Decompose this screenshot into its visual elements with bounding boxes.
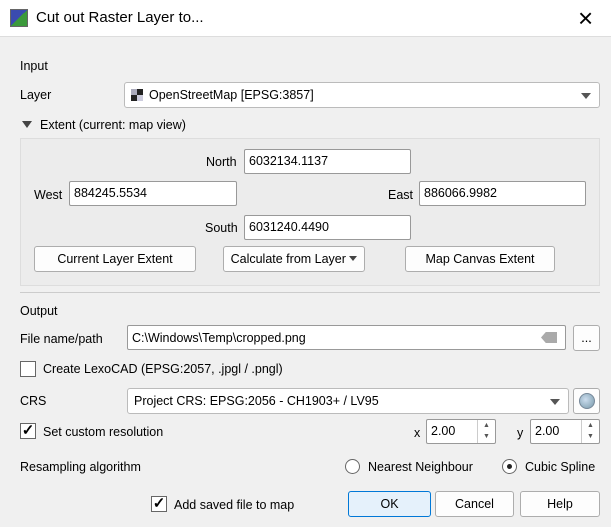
nearest-neighbour-label: Nearest Neighbour <box>368 460 473 474</box>
file-path-value: C:\Windows\Temp\cropped.png <box>132 331 306 345</box>
cubic-spline-radio[interactable] <box>502 459 517 474</box>
close-icon[interactable]: × <box>578 3 593 34</box>
cancel-button[interactable]: Cancel <box>435 491 514 517</box>
chevron-down-icon <box>349 256 358 261</box>
output-section-label: Output <box>20 304 58 318</box>
extent-toggle[interactable]: Extent (current: map view) <box>20 118 186 132</box>
radio-dot <box>507 464 512 469</box>
custom-resolution-label: Set custom resolution <box>43 425 164 439</box>
y-label: y <box>517 426 524 440</box>
collapse-triangle-icon <box>22 121 32 128</box>
browse-button[interactable]: ... <box>573 325 600 351</box>
add-to-map-checkbox[interactable]: ✓ <box>151 496 167 512</box>
input-section-label: Input <box>20 59 48 73</box>
help-button[interactable]: Help <box>520 491 600 517</box>
divider <box>20 292 600 293</box>
cubic-spline-label: Cubic Spline <box>525 460 596 474</box>
chevron-down-icon <box>550 399 560 405</box>
add-to-map-label: Add saved file to map <box>174 498 295 512</box>
current-layer-extent-button[interactable]: Current Layer Extent <box>34 246 196 272</box>
file-path-input[interactable]: C:\Windows\Temp\cropped.png <box>127 325 566 350</box>
spin-arrows-icon[interactable]: ▲ ▼ <box>477 420 495 443</box>
extent-header: Extent (current: map view) <box>40 118 186 132</box>
ok-button[interactable]: OK <box>348 491 431 517</box>
crs-value: Project CRS: EPSG:2056 - CH1903+ / LV95 <box>134 394 379 408</box>
layer-value: OpenStreetMap [EPSG:3857] <box>149 88 314 102</box>
south-input[interactable]: 6031240.4490 <box>244 215 411 240</box>
window-title: Cut out Raster Layer to... <box>36 9 204 26</box>
south-label: South <box>205 221 238 235</box>
spin-arrows-icon[interactable]: ▲ ▼ <box>581 420 599 443</box>
globe-icon <box>578 393 595 409</box>
east-input[interactable]: 886066.9982 <box>419 181 586 206</box>
x-value: 2.00 <box>431 424 456 438</box>
north-input[interactable]: 6032134.1137 <box>244 149 411 174</box>
custom-resolution-checkbox[interactable]: ✓ <box>20 423 36 439</box>
lexocad-checkbox[interactable] <box>20 361 36 377</box>
layer-combo[interactable]: OpenStreetMap [EPSG:3857] <box>124 82 600 108</box>
map-canvas-extent-button[interactable]: Map Canvas Extent <box>405 246 555 272</box>
west-label: West <box>34 188 63 202</box>
y-resolution-spinbox[interactable]: 2.00 ▲ ▼ <box>530 419 600 444</box>
west-input[interactable]: 884245.5534 <box>69 181 237 206</box>
x-label: x <box>414 426 421 440</box>
y-value: 2.00 <box>535 424 560 438</box>
file-path-label: File name/path <box>20 332 103 346</box>
raster-layer-icon <box>131 89 143 101</box>
lexocad-label: Create LexoCAD (EPSG:2057, .jpgl / .pngl… <box>43 362 283 376</box>
crs-combo[interactable]: Project CRS: EPSG:2056 - CH1903+ / LV95 <box>127 388 569 414</box>
app-icon <box>10 9 28 27</box>
calculate-from-layer-button[interactable]: Calculate from Layer <box>223 246 365 272</box>
chevron-down-icon <box>581 93 591 99</box>
resampling-label: Resampling algorithm <box>20 460 141 474</box>
layer-label: Layer <box>20 88 52 102</box>
north-label: North <box>206 155 237 169</box>
crs-select-button[interactable] <box>573 388 600 414</box>
nearest-neighbour-radio[interactable] <box>345 459 360 474</box>
calculate-label: Calculate from Layer <box>230 252 346 266</box>
east-label: East <box>388 188 414 202</box>
crs-label: CRS <box>20 394 47 408</box>
x-resolution-spinbox[interactable]: 2.00 ▲ ▼ <box>426 419 496 444</box>
clear-icon[interactable] <box>541 332 557 343</box>
